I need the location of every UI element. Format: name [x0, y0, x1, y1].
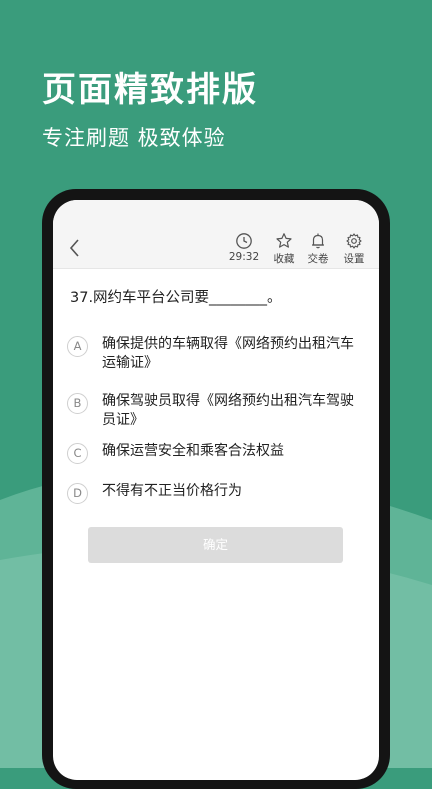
option-a[interactable]: A 确保提供的车辆取得《网络预约出租汽车运输证》 — [67, 336, 367, 376]
timer-button[interactable]: 29:32 — [224, 232, 264, 266]
back-arrow-icon — [69, 239, 79, 257]
option-text: 确保提供的车辆取得《网络预约出租汽车运输证》 — [102, 336, 354, 371]
hero-subtitle: 专注刷题 极致体验 — [42, 126, 226, 150]
option-text: 确保运营安全和乘客合法权益 — [102, 443, 284, 459]
phone-screen: 29:32 收藏 交卷 设置 37.网约车平台公司要________。 A 确保… — [53, 200, 379, 780]
hero-title: 页面精致排版 — [42, 70, 258, 110]
settings-label: 设置 — [343, 253, 365, 265]
option-text: 不得有不正当价格行为 — [102, 483, 242, 499]
question-text: 37.网约车平台公司要________。 — [70, 290, 282, 306]
option-b[interactable]: B 确保驾驶员取得《网络预约出租汽车驾驶员证》 — [67, 393, 367, 433]
option-d[interactable]: D 不得有不正当价格行为 — [67, 483, 367, 505]
timer-label: 29:32 — [228, 251, 260, 263]
option-c[interactable]: C 确保运营安全和乘客合法权益 — [67, 443, 367, 465]
option-letter: D — [67, 483, 88, 504]
submit-label: 交卷 — [307, 253, 329, 265]
option-letter: C — [67, 443, 88, 464]
option-letter: B — [67, 393, 88, 414]
bell-icon — [312, 233, 324, 249]
option-text: 确保驾驶员取得《网络预约出租汽车驾驶员证》 — [102, 393, 354, 428]
back-button[interactable] — [65, 236, 85, 260]
clock-icon — [236, 233, 252, 249]
star-icon — [276, 233, 292, 248]
gear-icon — [346, 233, 362, 249]
submit-button[interactable]: 交卷 — [298, 232, 338, 266]
quiz-toolbar: 29:32 收藏 交卷 设置 — [53, 200, 379, 269]
settings-button[interactable]: 设置 — [334, 232, 374, 266]
option-letter: A — [67, 336, 88, 357]
confirm-button[interactable]: 确定 — [88, 527, 343, 563]
